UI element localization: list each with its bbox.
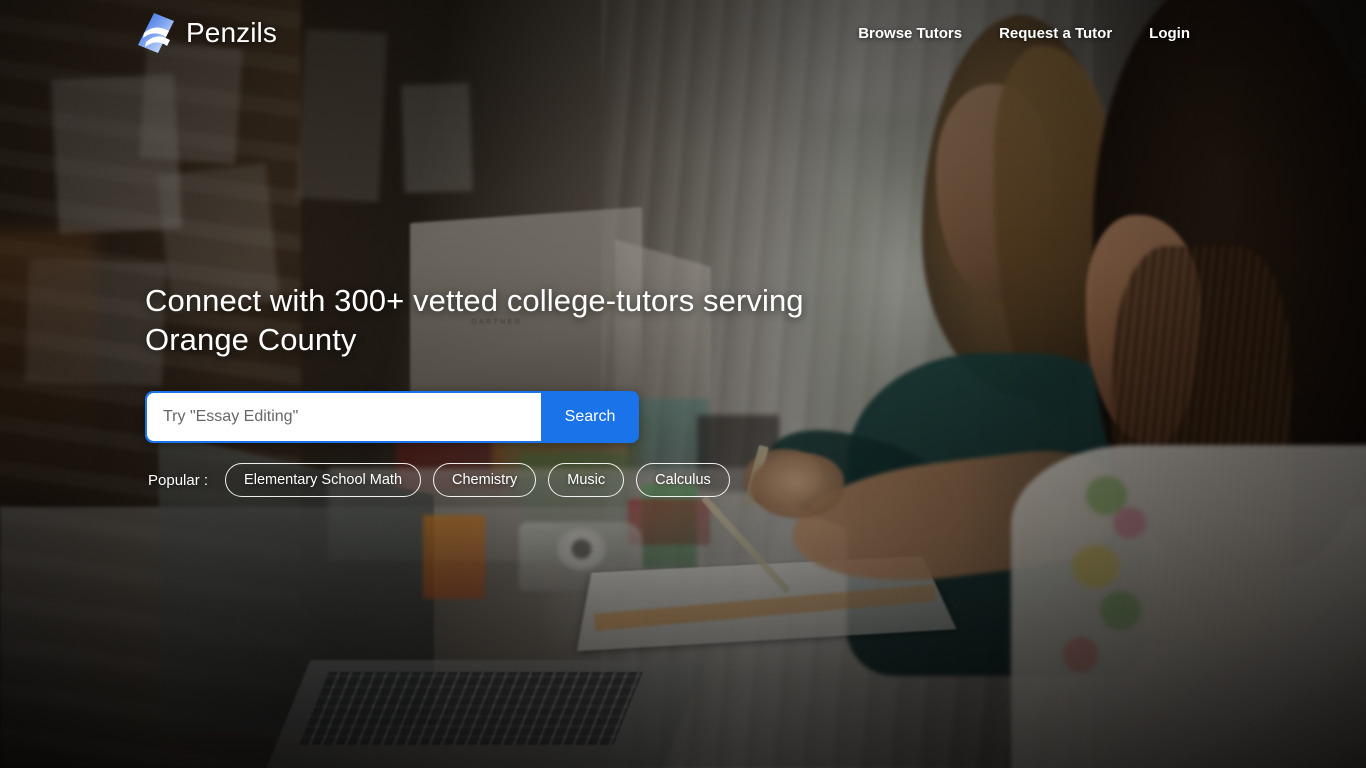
book-pencil-logo-icon	[138, 13, 174, 53]
site-header: Penzils Browse Tutors Request a Tutor Lo…	[0, 0, 1366, 66]
hero-content: Connect with 300+ vetted college-tutors …	[145, 281, 845, 359]
brand-logo[interactable]: Penzils	[137, 12, 277, 54]
popular-tags: Popular : Elementary School Math Chemist…	[148, 463, 730, 497]
tag-music[interactable]: Music	[548, 463, 625, 497]
brand-name: Penzils	[186, 17, 277, 48]
nav-login[interactable]: Login	[1149, 25, 1190, 42]
search-input[interactable]	[147, 393, 541, 441]
main-navigation: Browse Tutors Request a Tutor Login	[858, 25, 1190, 42]
nav-browse-tutors[interactable]: Browse Tutors	[858, 25, 962, 42]
tag-calculus[interactable]: Calculus	[636, 463, 730, 497]
tag-chemistry[interactable]: Chemistry	[433, 463, 537, 497]
popular-label: Popular :	[148, 471, 209, 489]
tag-elementary-school-math[interactable]: Elementary School Math	[225, 463, 422, 497]
hero-section: GARTNER Penzils Browse Tutors Request a …	[0, 0, 1366, 768]
nav-request-a-tutor[interactable]: Request a Tutor	[999, 25, 1112, 42]
search-button[interactable]: Search	[541, 391, 639, 443]
search-bar[interactable]: Search	[145, 391, 639, 443]
hero-headline: Connect with 300+ vetted college-tutors …	[145, 283, 804, 357]
